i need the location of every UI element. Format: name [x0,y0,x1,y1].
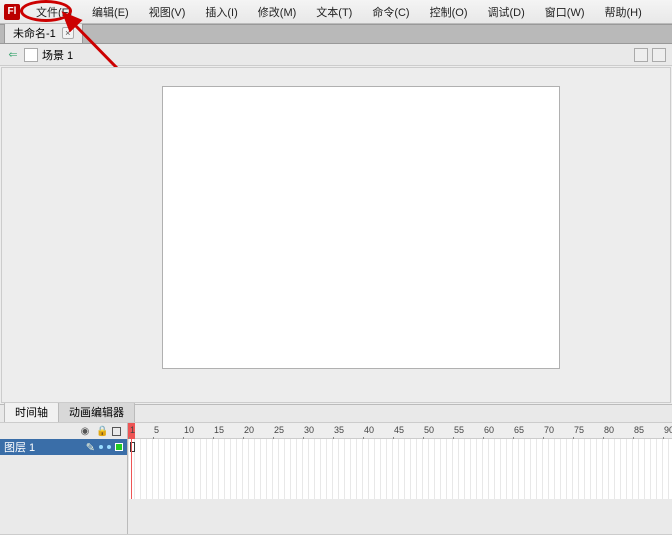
visibility-header-icon[interactable]: ◉ [80,426,90,437]
scene-icon [24,48,38,62]
menu-control[interactable]: 控制(O) [420,1,478,23]
stage-area[interactable] [1,67,671,403]
frame-ruler[interactable]: 151015202530354045505560657075808590 [128,423,672,439]
ruler-tick: 30 [304,425,314,435]
menu-insert[interactable]: 插入(I) [195,1,247,23]
ruler-tick: 50 [424,425,434,435]
menu-file[interactable]: 文件(F) [26,1,82,23]
scene-back-button[interactable]: ⇐ [6,48,20,62]
ruler-tick: 75 [574,425,584,435]
scene-bar: ⇐ 场景 1 [0,44,672,66]
frame-grid[interactable] [128,439,672,499]
layer-lock-dot[interactable] [107,445,111,449]
ruler-tick: 55 [454,425,464,435]
lock-header-icon[interactable]: 🔒 [96,426,106,437]
frame-grid-empty [128,499,672,534]
stage-canvas[interactable] [162,86,560,369]
ruler-row: ◉ 🔒 151015202530354045505560657075808590 [0,423,672,439]
ruler-tick: 60 [484,425,494,435]
menu-text[interactable]: 文本(T) [306,1,362,23]
menu-view[interactable]: 视图(V) [139,1,196,23]
document-tab-close-button[interactable]: × [62,27,74,39]
ruler-tick: 25 [274,425,284,435]
layer-item[interactable]: 图层 1 ✎ [0,439,127,455]
timeline-panel: 时间轴 动画编辑器 ◉ 🔒 15101520253035404550556065… [0,404,672,535]
flash-app-icon: Fl [4,4,20,20]
menu-bar: Fl 文件(F) 编辑(E) 视图(V) 插入(I) 修改(M) 文本(T) 命… [0,0,672,24]
ruler-tick: 45 [394,425,404,435]
pencil-icon: ✎ [86,441,95,454]
scene-name: 场景 1 [42,47,73,63]
ruler-tick: 20 [244,425,254,435]
ruler-tick: 1 [130,425,135,435]
ruler-tick: 90 [664,425,672,435]
ruler-tick: 80 [604,425,614,435]
menu-debug[interactable]: 调试(D) [478,1,535,23]
menu-commands[interactable]: 命令(C) [362,1,419,23]
ruler-tick: 40 [364,425,374,435]
layer-outline-toggle[interactable] [115,443,123,451]
scene-right-tools [634,48,666,62]
document-tab[interactable]: 未命名-1 × [4,22,83,43]
ruler-tick: 5 [154,425,159,435]
tab-motion-editor[interactable]: 动画编辑器 [58,401,135,422]
menu-window[interactable]: 窗口(W) [535,1,595,23]
ruler-tick: 70 [544,425,554,435]
tracks-row: 图层 1 ✎ [0,439,672,499]
tab-timeline[interactable]: 时间轴 [4,401,59,422]
layer-name: 图层 1 [4,439,82,455]
layer-list: 图层 1 ✎ [0,439,128,499]
ruler-tick: 15 [214,425,224,435]
layer-header-icons: ◉ 🔒 [0,423,128,439]
document-tab-bar: 未命名-1 × [0,24,672,44]
ruler-tick: 10 [184,425,194,435]
menu-edit[interactable]: 编辑(E) [82,1,139,23]
ruler-tick: 85 [634,425,644,435]
layer-list-empty [0,499,128,534]
menu-help[interactable]: 帮助(H) [595,1,652,23]
edit-scene-icon[interactable] [634,48,648,62]
document-tab-title: 未命名-1 [13,25,56,41]
edit-symbol-icon[interactable] [652,48,666,62]
menu-modify[interactable]: 修改(M) [248,1,307,23]
playhead-line[interactable] [131,439,132,499]
outline-header-icon[interactable] [112,427,121,436]
ruler-tick: 35 [334,425,344,435]
panel-tab-bar: 时间轴 动画编辑器 [0,405,672,423]
ruler-tick: 65 [514,425,524,435]
layer-visibility-dot[interactable] [99,445,103,449]
